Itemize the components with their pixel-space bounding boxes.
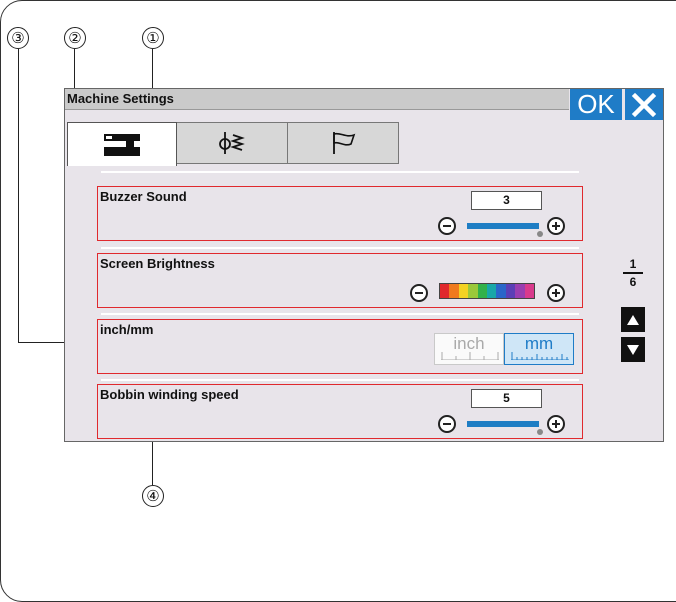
- mm-button[interactable]: mm: [504, 333, 574, 365]
- leader-line-3: [18, 49, 20, 343]
- brightness-minus-button[interactable]: [410, 284, 428, 302]
- brightness-plus-button[interactable]: [547, 284, 565, 302]
- page-total: 6: [629, 274, 637, 289]
- bobbin-speed-value: 5: [471, 389, 542, 408]
- callout-3: ③: [7, 27, 29, 49]
- buzzer-sound-row: Buzzer Sound 3: [97, 186, 583, 241]
- buzzer-plus-button[interactable]: [547, 217, 565, 235]
- screen-brightness-row: Screen Brightness: [97, 253, 583, 308]
- callout-4: ④: [142, 485, 164, 507]
- callout-2: ②: [64, 27, 86, 49]
- buzzer-minus-button[interactable]: [438, 217, 456, 235]
- inch-mm-row: inch/mm inch mm: [97, 319, 583, 374]
- separator: [101, 247, 579, 249]
- brightness-swatch: [505, 284, 516, 298]
- separator: [101, 171, 579, 173]
- brightness-swatch: [449, 284, 459, 298]
- page-current: 1: [629, 257, 637, 271]
- inch-mm-label: inch/mm: [100, 322, 154, 337]
- tab-language[interactable]: [287, 122, 399, 164]
- title-bar: Machine Settings: [65, 89, 569, 110]
- ok-button[interactable]: OK: [570, 89, 622, 120]
- flag-icon: [333, 132, 356, 154]
- callout-1: ①: [142, 27, 164, 49]
- buzzer-sound-label: Buzzer Sound: [100, 189, 187, 204]
- brightness-swatch: [524, 284, 535, 298]
- buzzer-slider[interactable]: [467, 223, 539, 229]
- tab-machine[interactable]: [67, 122, 177, 166]
- page-down-button[interactable]: [621, 337, 645, 362]
- arrow-down-icon: [627, 344, 639, 355]
- inch-ruler-icon: [441, 352, 499, 360]
- bobbin-slider-handle[interactable]: [537, 429, 543, 435]
- buzzer-sound-value: 3: [471, 191, 542, 210]
- brightness-color-bar: [439, 283, 535, 299]
- page-divider: [623, 272, 643, 274]
- bobbin-minus-button[interactable]: [438, 415, 456, 433]
- arrow-up-icon: [627, 314, 639, 325]
- screen-brightness-label: Screen Brightness: [100, 256, 215, 271]
- brightness-swatch: [515, 284, 525, 298]
- screen-title: Machine Settings: [67, 91, 174, 106]
- brightness-swatch: [477, 284, 488, 298]
- bobbin-speed-row: Bobbin winding speed 5: [97, 384, 583, 439]
- machine-settings-screen: Machine Settings OK Buzzer Sound 3 Scree…: [64, 88, 664, 442]
- brightness-swatch: [487, 284, 497, 298]
- sewing-machine-icon: [104, 133, 140, 156]
- brightness-swatch: [458, 284, 469, 298]
- close-button[interactable]: [625, 89, 663, 120]
- page-up-button[interactable]: [621, 307, 645, 332]
- separator: [101, 313, 579, 315]
- inch-button-label: inch: [453, 334, 485, 353]
- brightness-swatch: [468, 284, 478, 298]
- settings-panel: Buzzer Sound 3 Screen Brightness inch/mm…: [67, 165, 661, 441]
- brightness-swatch: [496, 284, 506, 298]
- inch-button[interactable]: inch: [434, 333, 504, 365]
- buzzer-slider-handle[interactable]: [537, 231, 543, 237]
- close-x-icon: [631, 92, 657, 117]
- bobbin-speed-label: Bobbin winding speed: [100, 387, 239, 402]
- bobbin-plus-button[interactable]: [547, 415, 565, 433]
- page-indicator: 1 6: [621, 257, 645, 289]
- tab-stitch[interactable]: [176, 122, 288, 164]
- brightness-swatch: [440, 284, 450, 298]
- mm-ruler-icon: [511, 352, 569, 360]
- mm-button-label: mm: [524, 334, 554, 353]
- separator: [101, 379, 579, 381]
- bobbin-slider[interactable]: [467, 421, 539, 427]
- stitch-icon: [219, 132, 245, 154]
